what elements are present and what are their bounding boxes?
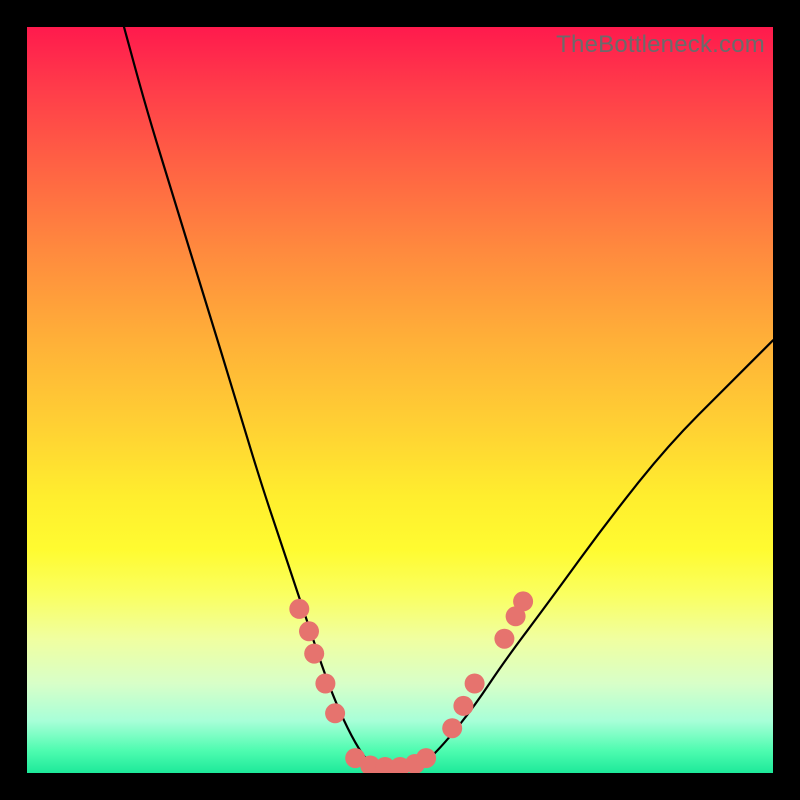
curve-markers [289,591,533,773]
curve-marker [442,718,462,738]
curve-marker [453,696,473,716]
curve-marker [289,599,309,619]
chart-frame: TheBottleneck.com [0,0,800,800]
curve-marker [416,748,436,768]
curve-marker [465,674,485,694]
plot-area: TheBottleneck.com [27,27,773,773]
bottleneck-chart-svg [27,27,773,773]
curve-marker [304,644,324,664]
curve-marker [513,591,533,611]
bottleneck-curve-line [124,27,773,769]
curve-marker [494,629,514,649]
curve-marker [315,674,335,694]
curve-marker [299,621,319,641]
curve-marker [325,703,345,723]
